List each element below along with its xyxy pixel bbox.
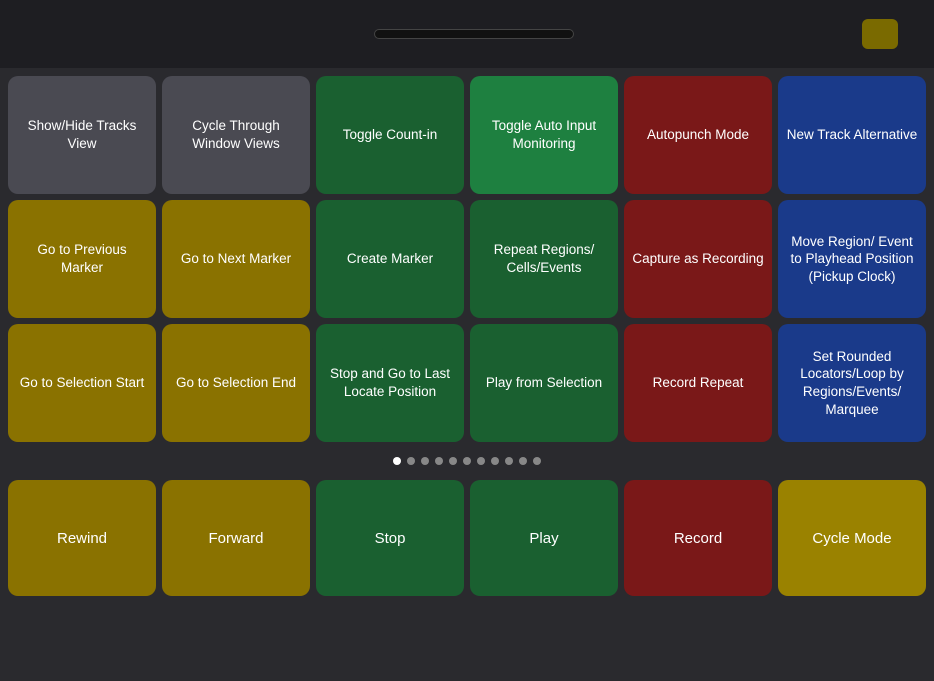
transport-button-stop[interactable]: Stop — [316, 480, 464, 596]
pagination-dot-10[interactable] — [533, 457, 541, 465]
transport-button-rewind[interactable]: Rewind — [8, 480, 156, 596]
chevron-down-button[interactable] — [584, 32, 592, 36]
grid-cell-15[interactable]: Play from Selection — [470, 324, 618, 442]
grid-cell-8[interactable]: Create Marker — [316, 200, 464, 318]
grid-cell-16[interactable]: Record Repeat — [624, 324, 772, 442]
grid-cell-7[interactable]: Go to Next Marker — [162, 200, 310, 318]
transport-button-play[interactable]: Play — [470, 480, 618, 596]
grid-cell-0[interactable]: Show/Hide Tracks View — [8, 76, 156, 194]
transport-button-record[interactable]: Record — [624, 480, 772, 596]
grid-cell-11[interactable]: Move Region/ Event to Playhead Position … — [778, 200, 926, 318]
pagination-dot-3[interactable] — [435, 457, 443, 465]
top-bar — [0, 0, 934, 68]
pagination-dot-5[interactable] — [463, 457, 471, 465]
transport-controls-right — [862, 19, 922, 49]
shortcut-grid-area: Show/Hide Tracks ViewCycle Through Windo… — [0, 68, 934, 442]
record-button[interactable] — [78, 30, 86, 38]
grid-cell-13[interactable]: Go to Selection End — [162, 324, 310, 442]
grid-cell-3[interactable]: Toggle Auto Input Monitoring — [470, 76, 618, 194]
chevron-up-button[interactable] — [356, 32, 364, 36]
transport-center — [94, 29, 854, 39]
grid-cell-5[interactable]: New Track Alternative — [778, 76, 926, 194]
play-button[interactable] — [56, 30, 64, 38]
pagination-dot-9[interactable] — [519, 457, 527, 465]
grid-cell-9[interactable]: Repeat Regions/ Cells/Events — [470, 200, 618, 318]
pagination-dot-1[interactable] — [407, 457, 415, 465]
grid-cell-2[interactable]: Toggle Count-in — [316, 76, 464, 194]
pagination-dot-4[interactable] — [449, 457, 457, 465]
grid-cell-14[interactable]: Stop and Go to Last Locate Position — [316, 324, 464, 442]
transport-controls-left — [12, 30, 86, 38]
grid-cell-10[interactable]: Capture as Recording — [624, 200, 772, 318]
pagination-dot-8[interactable] — [505, 457, 513, 465]
grid-cell-12[interactable]: Go to Selection Start — [8, 324, 156, 442]
grid-cell-1[interactable]: Cycle Through Window Views — [162, 76, 310, 194]
grid-cell-4[interactable]: Autopunch Mode — [624, 76, 772, 194]
pagination — [0, 446, 934, 476]
grid-cell-17[interactable]: Set Rounded Locators/Loop by Regions/Eve… — [778, 324, 926, 442]
pagination-dot-6[interactable] — [477, 457, 485, 465]
shortcut-grid: Show/Hide Tracks ViewCycle Through Windo… — [8, 76, 926, 442]
transport-button-cycle-mode[interactable]: Cycle Mode — [778, 480, 926, 596]
bottom-transport-bar: RewindForwardStopPlayRecordCycle Mode — [0, 480, 934, 604]
rewind-button[interactable] — [34, 30, 42, 38]
cycle-button[interactable] — [862, 19, 898, 49]
pagination-dot-7[interactable] — [491, 457, 499, 465]
grid-cell-6[interactable]: Go to Previous Marker — [8, 200, 156, 318]
transport-button-forward[interactable]: Forward — [162, 480, 310, 596]
pagination-dot-2[interactable] — [421, 457, 429, 465]
position-display — [374, 29, 574, 39]
pagination-dot-0[interactable] — [393, 457, 401, 465]
dropdown-button[interactable] — [12, 30, 20, 38]
